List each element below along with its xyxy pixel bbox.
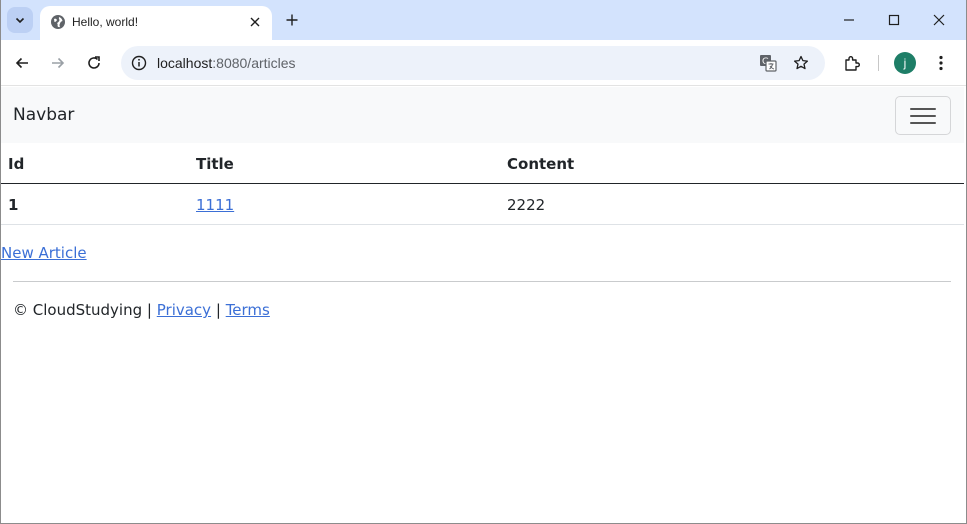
footer-separator: |: [215, 301, 221, 319]
article-title-link[interactable]: 1111: [196, 196, 234, 214]
table-header-row: Id Title Content: [1, 143, 964, 184]
tab-search-button[interactable]: [7, 7, 33, 33]
reload-icon: [88, 56, 100, 69]
kebab-menu-icon: [939, 55, 943, 71]
profile-avatar[interactable]: j: [894, 52, 916, 74]
maximize-icon: [888, 14, 900, 26]
tab-strip: Hello, world!: [1, 0, 966, 40]
column-header-title: Title: [196, 155, 234, 173]
new-article-link[interactable]: New Article: [1, 244, 87, 262]
back-button[interactable]: [8, 49, 36, 77]
browser-toolbar: localhost:8080/articles G j: [1, 40, 966, 86]
maximize-button[interactable]: [872, 6, 916, 34]
window-close-button[interactable]: [917, 6, 961, 34]
tab-close-button[interactable]: [245, 12, 265, 32]
close-icon: [250, 17, 260, 27]
window-close-icon: [933, 14, 945, 26]
tab-title: Hello, world!: [72, 15, 139, 29]
terms-link[interactable]: Terms: [226, 301, 270, 319]
privacy-link[interactable]: Privacy: [157, 301, 211, 319]
address-bar[interactable]: localhost:8080/articles G: [121, 46, 825, 80]
plus-icon: [286, 14, 298, 26]
translate-icon: G: [760, 55, 777, 72]
cell-content: 2222: [507, 196, 546, 214]
reload-button[interactable]: [80, 49, 108, 77]
translate-button[interactable]: G: [758, 53, 778, 73]
extensions-button[interactable]: [838, 49, 866, 77]
toolbar-separator: [878, 55, 879, 71]
page-content: Navbar Id Title Content 1 1111 2222 New …: [1, 87, 966, 523]
navbar-toggler-button[interactable]: [895, 96, 951, 135]
globe-icon: [51, 15, 65, 29]
footer-separator: |: [146, 301, 152, 319]
back-arrow-icon: [15, 57, 28, 69]
minimize-button[interactable]: [827, 6, 871, 34]
tab-search-icon: [15, 17, 25, 24]
navbar: Navbar: [1, 87, 964, 143]
footer-divider: [13, 281, 951, 282]
articles-table: Id Title Content 1 1111 2222: [1, 143, 964, 225]
minimize-icon: [844, 19, 854, 21]
column-header-id: Id: [8, 155, 25, 173]
info-icon[interactable]: [131, 55, 147, 71]
browser-menu-button[interactable]: [927, 49, 955, 77]
cell-id: 1: [8, 196, 19, 214]
footer-copyright: © CloudStudying: [13, 301, 143, 319]
forward-arrow-icon: [52, 57, 65, 69]
extensions-icon: [845, 56, 860, 71]
column-header-content: Content: [507, 155, 575, 173]
table-row: 1 1111 2222: [1, 184, 964, 225]
url-text: localhost:8080/articles: [157, 55, 296, 71]
browser-window: Hello, world! localhost:8080/articles j …: [0, 0, 967, 524]
star-icon: [793, 55, 809, 70]
bookmark-star-button[interactable]: [791, 53, 811, 73]
active-tab[interactable]: Hello, world!: [40, 6, 272, 40]
footer: © CloudStudying | Privacy | Terms: [13, 301, 270, 319]
new-tab-button[interactable]: [281, 9, 303, 31]
forward-button[interactable]: [44, 49, 72, 77]
navbar-brand[interactable]: Navbar: [13, 105, 74, 125]
